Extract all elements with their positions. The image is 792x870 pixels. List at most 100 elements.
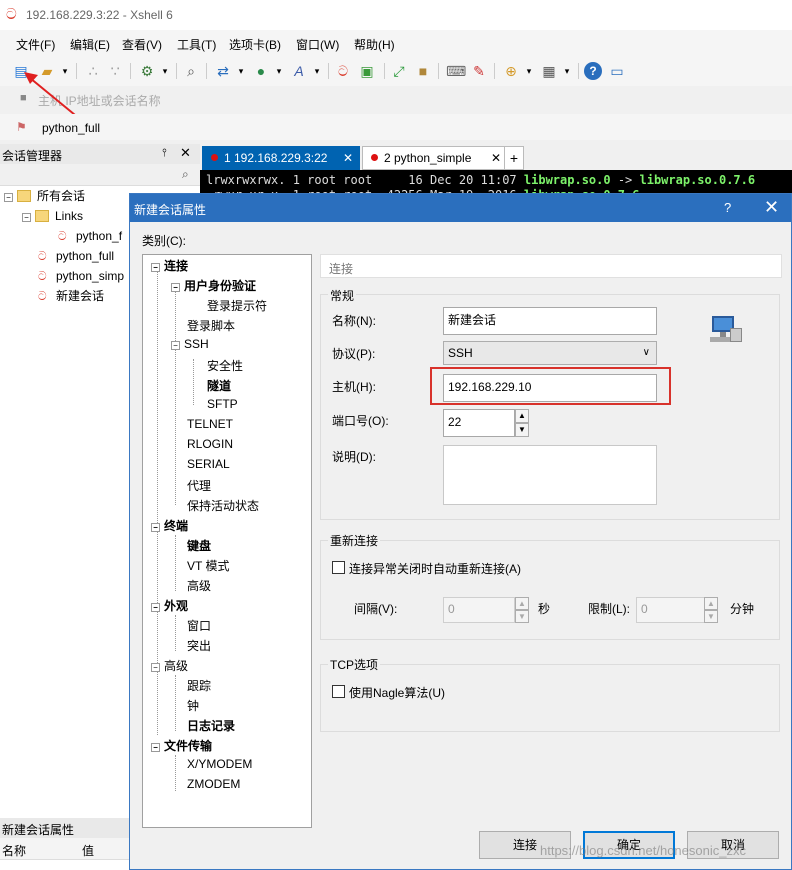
tree-item[interactable]: ට python_f	[58, 226, 122, 246]
category-ssh[interactable]: − SSH	[171, 337, 209, 351]
quick-session-label[interactable]: python_full	[42, 121, 100, 135]
category-tunnel[interactable]: 隧道	[207, 377, 231, 394]
tree-item[interactable]: ට python_full	[38, 246, 114, 266]
add-tab-icon[interactable]: ⊕	[502, 62, 520, 80]
collapse-icon[interactable]: −	[22, 213, 31, 222]
collapse-icon[interactable]: −	[151, 603, 160, 612]
disconnect-icon[interactable]: ∵	[106, 62, 124, 80]
category-telnet[interactable]: TELNET	[187, 417, 233, 431]
column-value[interactable]: 值	[82, 842, 94, 859]
collapse-icon[interactable]: −	[151, 663, 160, 672]
font-icon[interactable]: A	[290, 62, 308, 80]
limit-down-icon[interactable]: ▼	[704, 610, 718, 623]
lock-icon[interactable]: ■	[414, 62, 432, 80]
pin-icon[interactable]: ⫯	[162, 147, 167, 160]
close-tab-icon[interactable]: ✕	[491, 147, 501, 169]
properties-icon[interactable]: ⚙	[138, 62, 156, 80]
port-input[interactable]: 22	[443, 409, 515, 437]
interval-input[interactable]: 0	[443, 597, 515, 623]
close-tab-icon[interactable]: ✕	[343, 147, 353, 169]
category-connection[interactable]: − 连接	[151, 257, 188, 274]
port-up-icon[interactable]: ▲	[515, 409, 529, 423]
category-highlight[interactable]: 突出	[187, 637, 211, 654]
collapse-icon[interactable]: −	[151, 263, 160, 272]
highlight-icon[interactable]: ✎	[470, 62, 488, 80]
chat-icon[interactable]: ▭	[608, 62, 626, 80]
category-window[interactable]: 窗口	[187, 617, 211, 634]
collapse-icon[interactable]: −	[171, 283, 180, 292]
category-vt-mode[interactable]: VT 模式	[187, 557, 229, 574]
tab-session-1[interactable]: 1 192.168.229.3:22 ✕	[202, 146, 360, 170]
tab-session-2[interactable]: 2 python_simple ✕	[362, 146, 508, 170]
protocol-select[interactable]: SSH ∨	[443, 341, 657, 365]
category-logging[interactable]: 日志记录	[187, 717, 235, 734]
category-xymodem[interactable]: X/YMODEM	[187, 757, 252, 771]
interval-up-icon[interactable]: ▲	[515, 597, 529, 610]
category-security[interactable]: 安全性	[207, 357, 243, 374]
tree-item[interactable]: ට 新建会话	[38, 286, 104, 306]
category-login-prompt[interactable]: 登录提示符	[207, 297, 267, 314]
category-bell[interactable]: 钟	[187, 697, 199, 714]
tree-item[interactable]: ට python_simp	[38, 266, 124, 286]
session-search[interactable]: ⌕	[0, 164, 200, 186]
category-login-script[interactable]: 登录脚本	[187, 317, 235, 334]
menu-help[interactable]: 帮助(H)	[354, 36, 395, 53]
menu-window[interactable]: 窗口(W)	[296, 36, 339, 53]
interval-down-icon[interactable]: ▼	[515, 610, 529, 623]
layout-icon[interactable]: ▦	[540, 62, 558, 80]
globe-dropdown-icon[interactable]: ▾	[270, 62, 288, 80]
collapse-icon[interactable]: −	[171, 341, 180, 350]
menu-view[interactable]: 查看(V)	[122, 36, 162, 53]
layout-dropdown-icon[interactable]: ▾	[558, 62, 576, 80]
port-down-icon[interactable]: ▼	[515, 423, 529, 437]
category-auth[interactable]: − 用户身份验证	[171, 277, 256, 294]
category-sftp[interactable]: SFTP	[207, 397, 238, 411]
properties-dropdown-icon[interactable]: ▾	[156, 62, 174, 80]
category-advanced[interactable]: − 高级	[151, 657, 188, 674]
help-icon[interactable]: ?	[584, 62, 602, 80]
tree-root[interactable]: − 所有会话	[4, 186, 85, 206]
menu-tabs[interactable]: 选项卡(B)	[229, 36, 281, 53]
collapse-icon[interactable]: −	[151, 743, 160, 752]
limit-up-icon[interactable]: ▲	[704, 597, 718, 610]
category-terminal-advanced[interactable]: 高级	[187, 577, 211, 594]
category-rlogin[interactable]: RLOGIN	[187, 437, 233, 451]
category-terminal[interactable]: − 终端	[151, 517, 188, 534]
address-bar[interactable]: ■ 主机 IP地址或会话名称	[10, 88, 790, 110]
new-tab-button[interactable]: +	[504, 146, 524, 170]
add-tab-dropdown-icon[interactable]: ▾	[520, 62, 538, 80]
menu-tools[interactable]: 工具(T)	[177, 36, 216, 53]
menu-file[interactable]: 文件(F)	[16, 36, 55, 53]
category-appearance[interactable]: − 外观	[151, 597, 188, 614]
close-icon[interactable]: ✕	[180, 145, 191, 161]
dialog-close-icon[interactable]: ✕	[764, 197, 779, 218]
category-zmodem[interactable]: ZMODEM	[187, 777, 240, 791]
search-icon[interactable]: ⌕	[182, 167, 189, 182]
font-dropdown-icon[interactable]: ▾	[308, 62, 326, 80]
dialog-help-button[interactable]: ?	[724, 200, 731, 215]
name-input[interactable]: 新建会话	[443, 307, 657, 335]
globe-icon[interactable]: ●	[252, 62, 270, 80]
fullscreen-icon[interactable]: ⤢	[390, 62, 408, 80]
xftp-icon[interactable]: ▣	[358, 62, 376, 80]
description-input[interactable]	[443, 445, 657, 505]
transfer-icon[interactable]: ⇄	[214, 62, 232, 80]
limit-input[interactable]: 0	[636, 597, 708, 623]
category-serial[interactable]: SERIAL	[187, 457, 230, 471]
column-name[interactable]: 名称	[2, 842, 26, 859]
nagle-checkbox[interactable]	[332, 685, 345, 698]
category-file-transfer[interactable]: − 文件传输	[151, 737, 212, 754]
transfer-dropdown-icon[interactable]: ▾	[232, 62, 250, 80]
find-icon[interactable]: ⌕	[182, 62, 200, 80]
category-trace[interactable]: 跟踪	[187, 677, 211, 694]
xshell-icon[interactable]: ට	[334, 62, 352, 80]
auto-reconnect-checkbox[interactable]	[332, 561, 345, 574]
keyboard-icon[interactable]: ⌨	[446, 62, 466, 80]
collapse-icon[interactable]: −	[151, 523, 160, 532]
category-keepalive[interactable]: 保持活动状态	[187, 497, 259, 514]
menu-edit[interactable]: 编辑(E)	[70, 36, 110, 53]
collapse-icon[interactable]: −	[4, 193, 13, 202]
tree-folder-links[interactable]: − Links	[22, 206, 83, 226]
category-proxy[interactable]: 代理	[187, 477, 211, 494]
category-keyboard[interactable]: 键盘	[187, 537, 211, 554]
